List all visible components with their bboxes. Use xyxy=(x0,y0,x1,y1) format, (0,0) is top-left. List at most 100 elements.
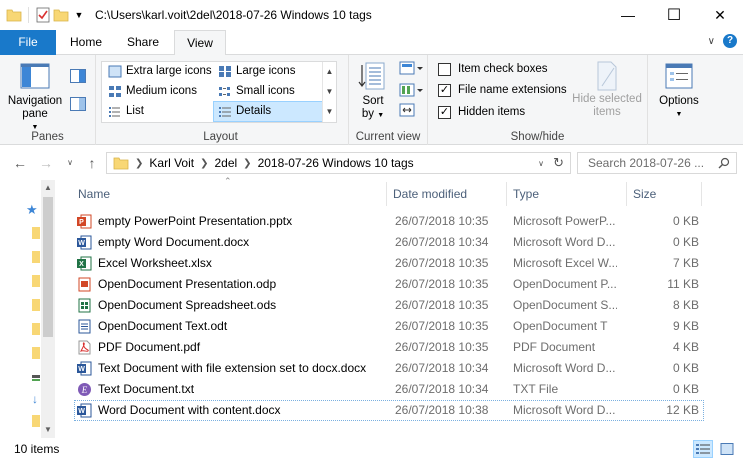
layout-gallery: Extra large icons Large icons Medium ico… xyxy=(101,61,337,123)
item-check-boxes-checkbox[interactable] xyxy=(438,62,451,76)
nav-drive-icon[interactable] xyxy=(32,372,40,387)
file-row[interactable]: PDF Document.pdf 26/07/2018 10:35 PDF Do… xyxy=(74,337,704,358)
column-header-size[interactable]: Size xyxy=(627,182,702,206)
excel-icon: X xyxy=(77,256,92,271)
tab-share[interactable]: Share xyxy=(116,30,170,55)
close-button[interactable]: ✕ xyxy=(697,0,743,30)
navigation-pane-icon xyxy=(20,63,50,89)
nav-folder-icon[interactable] xyxy=(32,250,40,267)
item-count: 10 items xyxy=(14,442,60,456)
breadcrumb-2del[interactable]: 2del xyxy=(214,156,237,170)
file-row[interactable]: W Word Document with content.docx 26/07/… xyxy=(74,400,704,421)
layout-details[interactable]: Details xyxy=(213,101,323,122)
quick-access-star-icon[interactable]: ★ xyxy=(26,202,38,218)
sort-by-label-2: by ▼ xyxy=(361,108,385,120)
properties-icon[interactable] xyxy=(35,7,51,23)
details-view-icon xyxy=(696,444,710,454)
scrollbar-thumb[interactable] xyxy=(43,197,53,337)
status-bar: 10 items xyxy=(0,438,743,461)
nav-folder-icon[interactable] xyxy=(32,322,40,339)
powerpoint-icon: P xyxy=(77,214,92,229)
gallery-more-icon[interactable]: ▼ xyxy=(323,102,336,122)
layout-medium-icons[interactable]: Medium icons xyxy=(104,82,214,101)
file-row[interactable]: OpenDocument Spreadsheet.ods 26/07/2018 … xyxy=(74,295,704,316)
navigation-pane-label-2: pane xyxy=(22,108,48,120)
recent-locations-button[interactable]: ∨ xyxy=(60,154,80,172)
list-icon xyxy=(108,105,122,118)
layout-large-icons[interactable]: Large icons xyxy=(214,62,322,81)
navigation-pane-button[interactable]: Navigation pane ▼ xyxy=(4,61,66,134)
large-icons-view-toggle[interactable] xyxy=(717,440,737,458)
file-row[interactable]: W empty Word Document.docx 26/07/2018 10… xyxy=(74,232,704,253)
large-icons-icon xyxy=(218,65,232,78)
show-hide-group-label: Show/hide xyxy=(510,131,565,143)
nav-folder-icon[interactable] xyxy=(32,226,40,243)
back-button[interactable]: ← xyxy=(10,154,30,172)
address-bar[interactable]: ❯ Karl Voit ❯ 2del ❯ 2018-07-26 Windows … xyxy=(106,152,571,174)
sort-by-button[interactable]: Sort by ▼ xyxy=(355,61,391,122)
item-check-boxes-toggle[interactable]: Item check boxes xyxy=(438,60,547,78)
tab-view[interactable]: View xyxy=(174,30,226,56)
group-by-icon[interactable] xyxy=(399,61,423,78)
options-button[interactable]: Options ▼ xyxy=(654,61,704,121)
breadcrumb-karl-voit[interactable]: Karl Voit xyxy=(149,156,194,170)
qat-dropdown-icon[interactable]: ▼ xyxy=(71,7,87,23)
breadcrumb-current-folder[interactable]: 2018-07-26 Windows 10 tags xyxy=(258,156,414,170)
nav-folder-icon[interactable] xyxy=(32,414,40,431)
file-name-extensions-toggle[interactable]: ✓ File name extensions xyxy=(438,81,567,99)
column-header-type[interactable]: Type xyxy=(507,182,627,206)
word-icon: W xyxy=(77,235,92,250)
file-row[interactable]: E Text Document.txt 26/07/2018 10:34 TXT… xyxy=(74,379,704,400)
nav-folder-icon[interactable] xyxy=(32,298,40,315)
hidden-items-toggle[interactable]: ✓ Hidden items xyxy=(438,103,525,121)
add-columns-icon[interactable] xyxy=(399,83,423,100)
svg-text:E: E xyxy=(81,385,88,395)
file-row[interactable]: OpenDocument Presentation.odp 26/07/2018… xyxy=(74,274,704,295)
tab-home[interactable]: Home xyxy=(60,30,112,55)
file-row[interactable]: W Text Document with file extension set … xyxy=(74,358,704,379)
navigation-pane-scrollbar[interactable]: ▲ ▼ xyxy=(41,180,55,438)
layout-extra-large-icons[interactable]: Extra large icons xyxy=(104,62,214,81)
address-dropdown-icon[interactable]: ∨ xyxy=(538,159,544,168)
new-folder-icon[interactable] xyxy=(53,7,69,23)
size-all-columns-icon[interactable] xyxy=(399,103,415,120)
nav-folder-icon[interactable] xyxy=(32,274,40,291)
details-view-toggle[interactable] xyxy=(693,440,713,458)
details-pane-icon[interactable] xyxy=(70,97,86,114)
nav-folder-icon[interactable] xyxy=(32,346,40,363)
tab-file[interactable]: File xyxy=(0,30,56,55)
layout-small-icons[interactable]: Small icons xyxy=(214,82,322,101)
maximize-button[interactable]: ☐ xyxy=(651,0,697,30)
file-name-extensions-checkbox[interactable]: ✓ xyxy=(438,83,451,97)
svg-text:W: W xyxy=(78,366,85,373)
file-row[interactable]: X Excel Worksheet.xlsx 26/07/2018 10:35 … xyxy=(74,253,704,274)
options-label: Options xyxy=(659,95,699,107)
hide-selected-items-button[interactable]: Hide selected items xyxy=(570,61,644,119)
help-icon[interactable]: ? xyxy=(723,34,737,48)
svg-text:P: P xyxy=(79,219,84,226)
svg-text:W: W xyxy=(78,408,85,415)
forward-button[interactable]: → xyxy=(36,154,56,172)
preview-pane-icon[interactable] xyxy=(70,69,86,86)
file-row[interactable]: OpenDocument Text.odt 26/07/2018 10:35 O… xyxy=(74,316,704,337)
up-button[interactable]: ↑ xyxy=(82,154,102,172)
layout-list[interactable]: List xyxy=(104,102,214,121)
refresh-icon[interactable]: ↻ xyxy=(553,155,564,171)
nav-download-icon[interactable]: ↓ xyxy=(32,392,38,406)
hide-selected-items-label: Hide selected xyxy=(572,93,642,105)
chevron-down-icon[interactable]: ▼ xyxy=(323,82,336,102)
chevron-up-icon[interactable]: ▲ xyxy=(323,62,336,82)
layout-gallery-scroll[interactable]: ▲ ▼ ▼ xyxy=(322,62,336,122)
minimize-button[interactable]: — xyxy=(605,0,651,30)
expand-ribbon-icon[interactable]: ∨ xyxy=(708,36,715,47)
word-icon: W xyxy=(77,361,92,376)
hidden-items-checkbox[interactable]: ✓ xyxy=(438,105,451,119)
panes-group: Navigation pane ▼ Panes xyxy=(0,55,96,145)
search-input[interactable]: Search 2018-07-26 ... xyxy=(577,152,737,174)
file-row[interactable]: P empty PowerPoint Presentation.pptx 26/… xyxy=(74,211,704,232)
column-header-date-modified[interactable]: Date modified xyxy=(387,182,507,206)
scroll-up-icon[interactable]: ▲ xyxy=(41,180,55,196)
column-header-name[interactable]: Name xyxy=(72,182,387,206)
scroll-down-icon[interactable]: ▼ xyxy=(41,422,55,438)
emacs-icon: E xyxy=(77,382,92,397)
